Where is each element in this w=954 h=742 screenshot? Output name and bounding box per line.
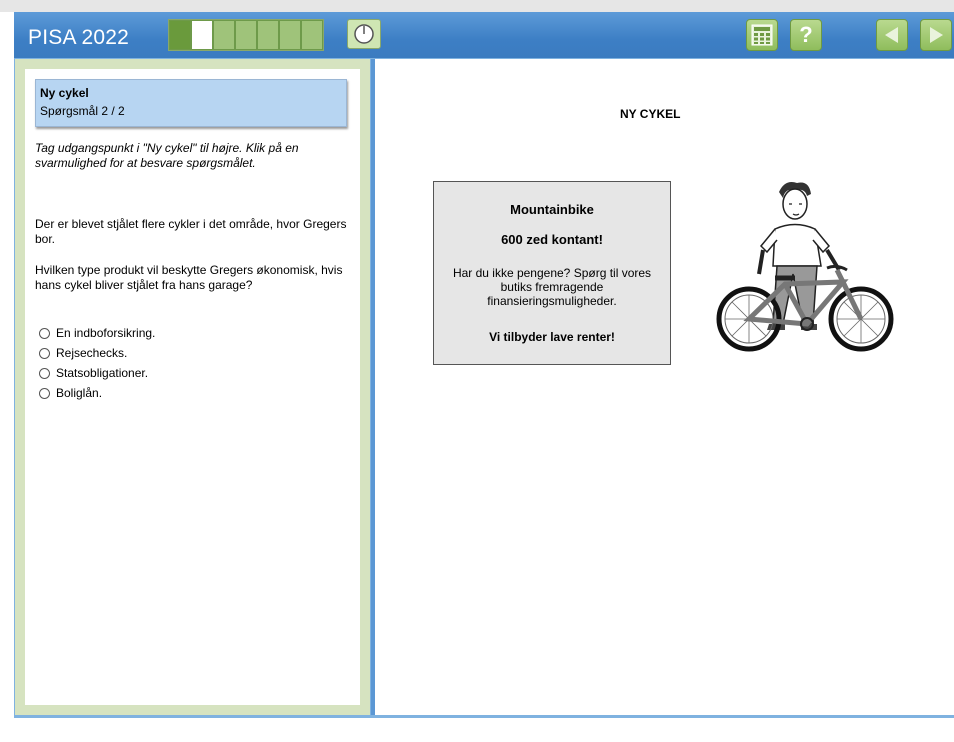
timer-button[interactable] xyxy=(347,19,381,49)
answer-options: En indboforsikring. Rejsechecks. Statsob… xyxy=(39,323,155,403)
context-text: Der er blevet stjålet flere cykler i det… xyxy=(35,217,347,246)
progress-cell xyxy=(213,20,235,50)
answer-option[interactable]: Statsobligationer. xyxy=(39,363,155,383)
answer-option[interactable]: Rejsechecks. xyxy=(39,343,155,363)
progress-cell xyxy=(169,20,191,50)
answer-option[interactable]: En indboforsikring. xyxy=(39,323,155,343)
radio-button[interactable] xyxy=(39,347,50,359)
answer-label: En indboforsikring. xyxy=(56,326,156,340)
answer-option[interactable]: Boliglån. xyxy=(39,383,155,403)
ad-heading: Mountainbike xyxy=(510,202,594,217)
progress-bar xyxy=(168,19,324,51)
advertisement-box: Mountainbike 600 zed kontant! Har du ikk… xyxy=(433,181,671,365)
answer-label: Rejsechecks. xyxy=(56,346,128,360)
answer-label: Statsobligationer. xyxy=(56,366,149,380)
question-content: Ny cykel Spørgsmål 2 / 2 Tag udgangspunk… xyxy=(25,69,360,705)
next-arrow-icon xyxy=(930,27,943,43)
back-arrow-icon xyxy=(885,27,898,43)
previous-button[interactable] xyxy=(876,19,908,51)
progress-cell xyxy=(301,20,323,50)
question-header: Ny cykel Spørgsmål 2 / 2 xyxy=(35,79,347,127)
stimulus-title: NY CYKEL xyxy=(620,107,681,121)
browser-top-strip xyxy=(0,0,954,12)
radio-button[interactable] xyxy=(39,367,50,379)
progress-cell xyxy=(257,20,279,50)
radio-button[interactable] xyxy=(39,327,50,339)
ad-price: 600 zed kontant! xyxy=(501,232,603,247)
progress-cell xyxy=(235,20,257,50)
test-app: PISA 2022 ? Ny cykel Spørgsmål 2 / 2 Tag… xyxy=(14,12,954,718)
progress-cell-current xyxy=(191,20,213,50)
help-icon: ? xyxy=(799,22,813,47)
app-title: PISA 2022 xyxy=(28,26,130,49)
answer-label: Boliglån. xyxy=(56,386,103,400)
radio-button[interactable] xyxy=(39,387,50,399)
unit-title: Ny cykel xyxy=(40,86,89,100)
instruction-text: Tag udgangspunkt i "Ny cykel" til højre.… xyxy=(35,141,299,170)
next-button[interactable] xyxy=(920,19,952,51)
calculator-icon xyxy=(751,24,773,46)
stimulus-panel: NY CYKEL Mountainbike 600 zed kontant! H… xyxy=(375,59,954,715)
ad-body: Har du ikke pengene? Spørg til vores but… xyxy=(452,266,652,308)
ad-offer: Vi tilbyder lave renter! xyxy=(489,330,615,344)
help-button[interactable]: ? xyxy=(790,19,822,51)
progress-cell xyxy=(279,20,301,50)
question-counter: Spørgsmål 2 / 2 xyxy=(40,104,125,118)
boy-with-bicycle-illustration xyxy=(716,182,894,352)
header-bar: PISA 2022 ? xyxy=(14,12,954,58)
question-panel: Ny cykel Spørgsmål 2 / 2 Tag udgangspunk… xyxy=(15,59,370,715)
calculator-button[interactable] xyxy=(746,19,778,51)
timer-icon xyxy=(354,24,374,44)
question-prompt: Hvilken type produkt vil beskytte Greger… xyxy=(35,263,343,292)
